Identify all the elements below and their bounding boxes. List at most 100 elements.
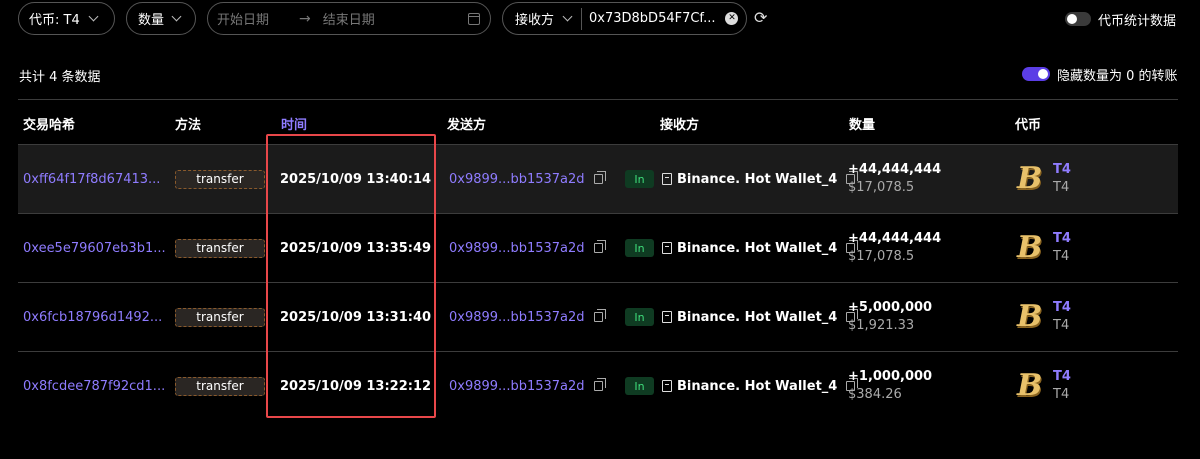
amount-usd: $384.26 [848,387,902,402]
token-symbol-link[interactable]: T4 [1053,161,1071,179]
token-name: T4 [1053,387,1070,402]
column-header-from: 发送方 [447,118,487,133]
copy-icon[interactable] [593,378,606,391]
token-cell: B T4 T4 [1014,283,1071,351]
tx-hash-link[interactable]: 0x8fcdee787f92cd1... [23,352,165,420]
method-cell: transfer [175,214,265,282]
hide-zero-transfers-label: 隐藏数量为 0 的转账 [1057,69,1178,84]
to-cell: In Binance. Hot Wallet_4 [625,283,859,351]
time-cell: 2025/10/09 13:35:49 [280,240,432,256]
contract-icon [662,311,672,323]
direction-badge: In [625,170,654,188]
refresh-icon[interactable]: ⟳ [754,10,767,26]
to-address-link[interactable]: Binance. Hot Wallet_4 [677,310,837,325]
calendar-icon[interactable] [468,13,480,25]
contract-icon [662,380,672,392]
column-header-hash: 交易哈希 [23,118,76,133]
from-address-link[interactable]: 0x9899...bb1537a2d [449,172,585,187]
token-name: T4 [1053,318,1070,333]
method-badge: transfer [175,238,265,258]
from-address-link[interactable]: 0x9899...bb1537a2d [449,379,585,394]
amount-cell: +44,444,444 $17,078.5 [848,145,941,213]
amount-value: +1,000,000 [848,369,933,384]
from-cell: 0x9899...bb1537a2d [449,214,606,282]
from-address-link[interactable]: 0x9899...bb1537a2d [449,310,585,325]
amount-filter-dropdown[interactable]: 数量 [126,2,196,35]
to-cell: In Binance. Hot Wallet_4 [625,352,859,420]
to-cell: In Binance. Hot Wallet_4 [625,145,859,213]
amount-value: +5,000,000 [848,300,933,315]
token-logo-icon: B [1017,230,1043,265]
receiver-filter[interactable]: 接收方 0x73D8bD54F7Cf... ✕ [502,2,747,35]
time-cell: 2025/10/09 13:22:12 [280,378,432,394]
token-cell: B T4 T4 [1014,214,1071,282]
end-date-input[interactable]: 结束日期 [323,9,375,28]
toggle-knob [1067,14,1077,24]
total-count: 共计 4 条数据 [19,70,101,85]
token-logo-icon: B [1017,299,1043,334]
token-name: T4 [1053,249,1070,264]
copy-icon[interactable] [593,171,606,184]
column-header-to: 接收方 [660,118,700,133]
time-cell: 2025/10/09 13:40:14 [280,171,432,187]
to-address-link[interactable]: Binance. Hot Wallet_4 [677,379,837,394]
token-stats-toggle[interactable] [1065,12,1091,26]
time-cell: 2025/10/09 13:31:40 [280,309,432,325]
column-header-amount: 数量 [849,118,876,133]
toggle-knob [1038,69,1048,79]
chevron-down-icon [171,11,182,22]
start-date-input[interactable]: 开始日期 [217,9,269,28]
method-cell: transfer [175,283,265,351]
column-header-time[interactable]: 时间 [281,114,307,133]
token-filter-label: 代币: T4 [29,13,80,28]
token-symbol-link[interactable]: T4 [1053,299,1071,317]
from-cell: 0x9899...bb1537a2d [449,283,606,351]
hide-zero-transfers-toggle[interactable] [1022,67,1050,81]
from-address-link[interactable]: 0x9899...bb1537a2d [449,241,585,256]
direction-badge: In [625,377,654,395]
token-symbol-link[interactable]: T4 [1053,368,1071,386]
chevron-down-icon[interactable] [562,11,573,22]
amount-cell: +5,000,000 $1,921.33 [848,283,932,351]
direction-badge: In [625,239,654,257]
amount-filter-label: 数量 [138,13,165,28]
method-badge: transfer [175,169,265,189]
table-row[interactable]: 0x8fcdee787f92cd1... transfer 2025/10/09 1… [18,352,1178,420]
amount-usd: $17,078.5 [848,249,915,264]
table-row[interactable]: 0x6fcb18796d1492... transfer 2025/10/09 13… [18,283,1178,351]
tx-hash-link[interactable]: 0x6fcb18796d1492... [23,283,162,351]
tx-hash-link[interactable]: 0xff64f17f8d67413... [23,145,160,213]
token-filter-dropdown[interactable]: 代币: T4 [18,2,115,35]
tx-hash-link[interactable]: 0xee5e79607eb3b1... [23,214,166,282]
token-symbol-link[interactable]: T4 [1053,230,1071,248]
token-logo-icon: B [1017,368,1043,403]
to-cell: In Binance. Hot Wallet_4 [625,214,859,282]
to-address-link[interactable]: Binance. Hot Wallet_4 [677,172,837,187]
from-cell: 0x9899...bb1537a2d [449,145,606,213]
copy-icon[interactable] [593,240,606,253]
clear-icon[interactable]: ✕ [725,12,739,25]
method-cell: transfer [175,352,265,420]
chevron-down-icon [88,11,99,22]
arrow-right-icon: → [299,10,311,27]
receiver-address-input[interactable]: 0x73D8bD54F7Cf... [589,11,715,26]
from-cell: 0x9899...bb1537a2d [449,352,606,420]
token-cell: B T4 T4 [1014,145,1071,213]
method-badge: transfer [175,307,265,327]
filter-toolbar: 代币: T4 数量 开始日期 → 结束日期 接收方 0x73D8bD54F7Cf… [0,0,1200,38]
date-range-picker[interactable]: 开始日期 → 结束日期 [207,2,491,35]
token-cell: B T4 T4 [1014,352,1071,420]
contract-icon [662,242,672,254]
table-row[interactable]: 0xff64f17f8d67413... transfer 2025/10/09 1… [18,145,1178,213]
amount-value: +44,444,444 [848,162,942,177]
amount-cell: +1,000,000 $384.26 [848,352,932,420]
token-stats-label: 代币统计数据 [1098,14,1177,29]
column-header-token: 代币 [1015,118,1042,133]
divider [18,99,1178,100]
table-row[interactable]: 0xee5e79607eb3b1... transfer 2025/10/09 13… [18,214,1178,282]
to-address-link[interactable]: Binance. Hot Wallet_4 [677,241,837,256]
amount-usd: $17,078.5 [848,180,915,195]
copy-icon[interactable] [593,309,606,322]
token-name: T4 [1053,180,1070,195]
direction-badge: In [625,308,654,326]
